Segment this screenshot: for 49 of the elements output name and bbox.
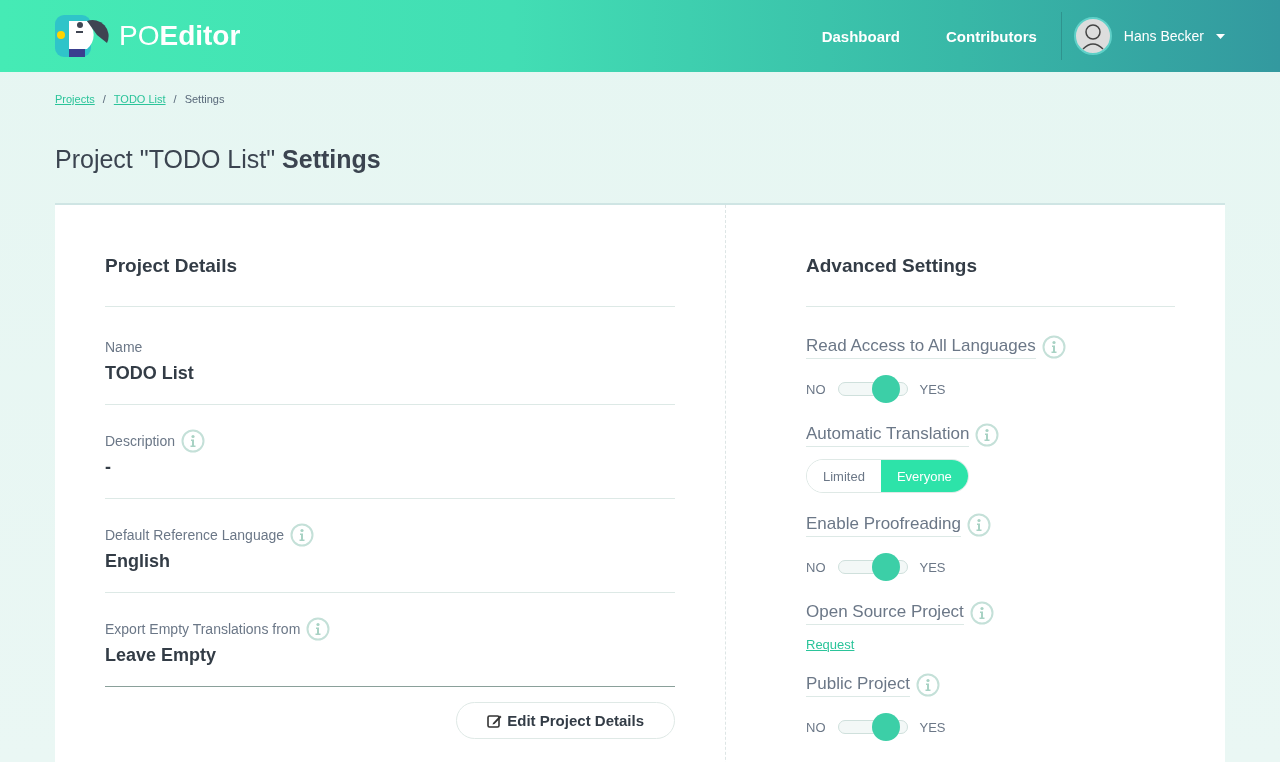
edit-button[interactable]: Edit Project Details	[456, 702, 675, 739]
breadcrumb-separator: /	[173, 93, 177, 105]
page-title: Project "TODO List" Settings	[55, 145, 382, 174]
info-icon[interactable]	[1041, 335, 1066, 359]
info-icon[interactable]	[306, 617, 331, 641]
avatar-icon[interactable]	[1073, 17, 1112, 55]
info-icon[interactable]	[181, 429, 206, 453]
info-icon[interactable]	[967, 513, 991, 537]
section-title: Advanced Settings	[806, 255, 1175, 307]
toggle-switch[interactable]	[837, 553, 908, 581]
setting-label: Open Source Project	[806, 601, 964, 625]
info-icon[interactable]	[290, 523, 315, 547]
field-label: Default Reference Language	[105, 527, 285, 543]
edit-icon	[487, 713, 503, 728]
toggle-switch[interactable]	[837, 375, 908, 403]
toggle-switch[interactable]	[837, 713, 908, 741]
parrot-logo-icon	[55, 15, 109, 57]
field-value: -	[105, 457, 112, 478]
toggle-on-label: YES	[919, 381, 946, 397]
setting-label: Enable Proofreading	[806, 513, 961, 537]
field-value: TODO List	[105, 363, 195, 384]
section-title: Project Details	[105, 255, 675, 307]
info-icon[interactable]	[915, 673, 940, 697]
toggle-on-label: YES	[919, 719, 946, 735]
user-name[interactable]: Hans Becker	[1123, 28, 1204, 44]
field-label: Export Empty Translations from	[105, 621, 301, 637]
info-icon[interactable]	[975, 423, 1000, 447]
nav-link[interactable]: Contributors	[946, 27, 1037, 45]
toggle-on-label: YES	[919, 559, 946, 575]
breadcrumb-link[interactable]: TODO List	[113, 93, 166, 105]
setting-label: Automatic Translation	[806, 423, 970, 447]
toggle-off-label: NO	[806, 381, 826, 397]
breadcrumb-current: Settings	[184, 93, 225, 105]
field-value: English	[105, 551, 171, 572]
breadcrumb-link[interactable]: Projects	[55, 93, 95, 105]
field-label: Name	[105, 339, 143, 355]
field-label: Description	[105, 433, 176, 449]
caret-icon[interactable]	[1216, 33, 1225, 39]
breadcrumb-separator: /	[102, 93, 106, 105]
info-icon[interactable]	[969, 601, 994, 625]
setting-label: Public Project	[806, 673, 910, 697]
segment-option[interactable]: Everyone	[880, 460, 968, 492]
toggle-off-label: NO	[806, 559, 826, 575]
toggle-off-label: NO	[806, 719, 826, 735]
setting-label: Read Access to All Languages	[806, 335, 1036, 359]
field-value: Leave Empty	[105, 645, 218, 666]
logo-text[interactable]: POEditor	[119, 20, 241, 52]
nav-link[interactable]: Dashboard	[821, 27, 900, 45]
request-link[interactable]: Request	[806, 637, 855, 652]
